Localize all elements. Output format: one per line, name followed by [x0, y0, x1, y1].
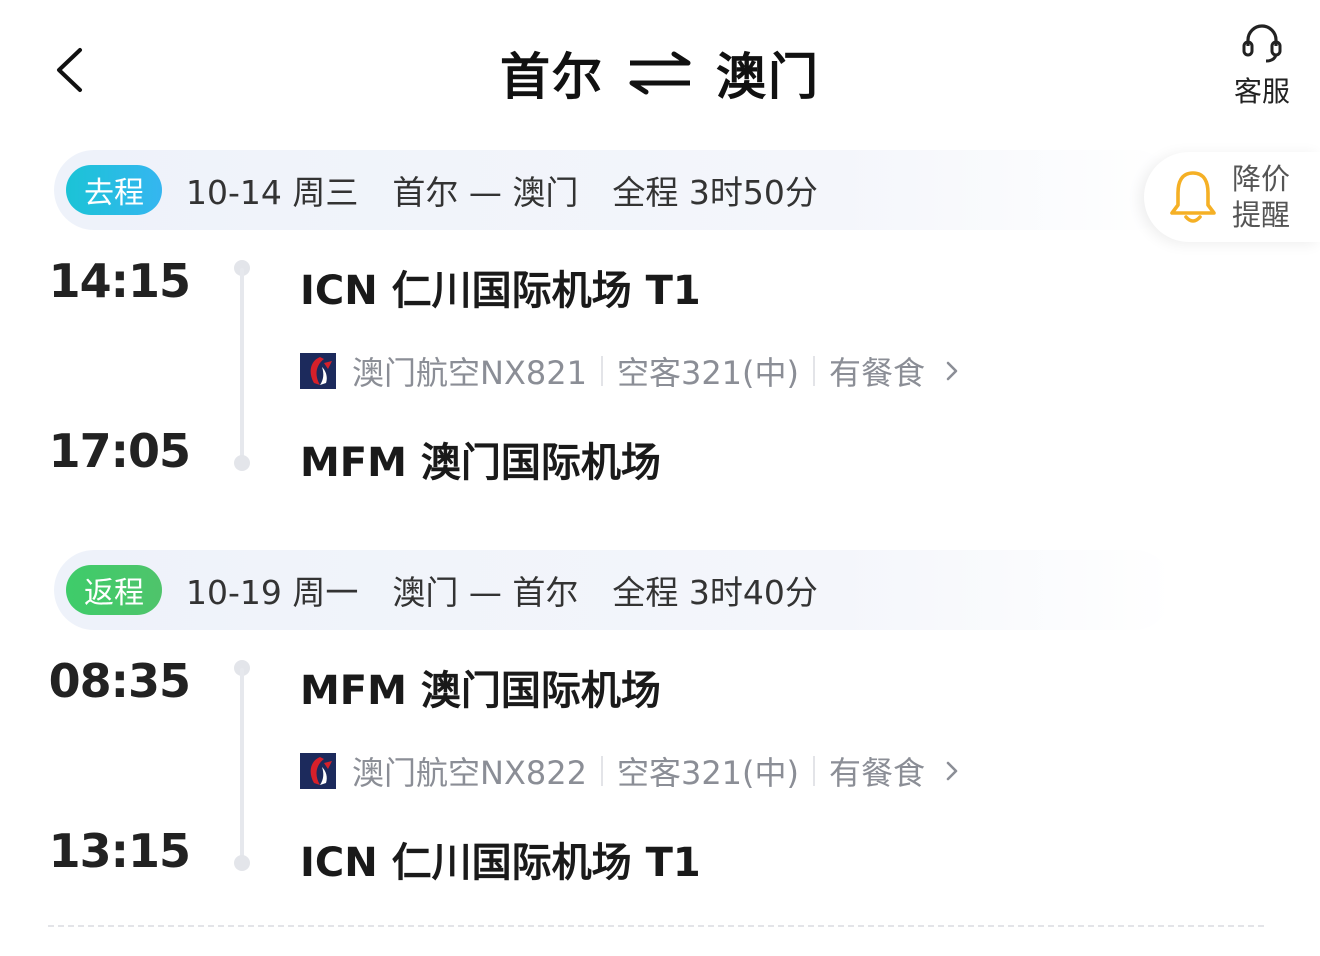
return-flight-number: 澳门航空NX822 [352, 754, 587, 792]
timeline-dot [234, 855, 250, 871]
outbound-flight-info[interactable]: 澳门航空NX821 空客321(中) 有餐食 [300, 348, 959, 394]
outbound-arrive-airport: MFM 澳门国际机场 [300, 440, 661, 486]
return-arrive-airport: ICN 仁川国际机场 T1 [300, 840, 701, 886]
outbound-aircraft: 空客321(中) [616, 354, 800, 392]
outbound-duration: 全程 3时50分 [612, 173, 818, 212]
divider [600, 756, 603, 786]
origin-city: 首尔 [500, 48, 604, 106]
return-banner: 返程 10-19 周一 澳门 — 首尔 全程 3时40分 [54, 550, 1174, 630]
outbound-date: 10-14 周三 [186, 173, 359, 212]
chevron-right-icon [945, 360, 959, 382]
divider [813, 356, 816, 386]
price-alert-label: 降价 提醒 [1232, 161, 1292, 233]
outbound-meal: 有餐食 [829, 354, 926, 392]
return-tag: 返程 [66, 565, 162, 615]
price-alert-line2: 提醒 [1232, 198, 1291, 232]
return-route: 澳门 — 首尔 [392, 573, 579, 612]
customer-service-label: 客服 [1233, 75, 1290, 108]
return-flight-info[interactable]: 澳门航空NX822 空客321(中) 有餐食 [300, 748, 959, 794]
return-arrive-time: 13:15 [48, 824, 191, 878]
timeline-line [240, 268, 244, 464]
airline-logo-icon [300, 353, 336, 389]
return-duration: 全程 3时40分 [612, 573, 818, 612]
outbound-flight-number: 澳门航空NX821 [352, 354, 587, 392]
airline-logo-icon [300, 753, 336, 789]
outbound-banner: 去程 10-14 周三 首尔 — 澳门 全程 3时50分 [54, 150, 1174, 230]
timeline-dot [234, 455, 250, 471]
flight-detail-page: 首尔 澳门 客服 去程 10-14 周三 首尔 — 澳门 全程 3时50分 降价… [0, 0, 1320, 956]
route-title: 首尔 澳门 [0, 38, 1320, 108]
return-depart-airport: MFM 澳门国际机场 [300, 668, 661, 714]
divider [600, 356, 603, 386]
headset-icon [1242, 24, 1282, 63]
outbound-route: 首尔 — 澳门 [392, 173, 579, 212]
chevron-right-icon [945, 760, 959, 782]
outbound-tag: 去程 [66, 165, 162, 215]
return-meal: 有餐食 [829, 754, 926, 792]
return-depart-time: 08:35 [48, 654, 191, 708]
bell-icon [1170, 171, 1216, 223]
divider [813, 756, 816, 786]
return-aircraft: 空客321(中) [616, 754, 800, 792]
outbound-arrive-time: 17:05 [48, 424, 191, 478]
price-alert-button[interactable]: 降价 提醒 [1144, 152, 1320, 242]
price-alert-line1: 降价 [1232, 162, 1291, 196]
return-date: 10-19 周一 [186, 573, 359, 612]
timeline-line [240, 668, 244, 864]
section-divider [48, 925, 1264, 927]
customer-service-button[interactable]: 客服 [1222, 20, 1302, 110]
outbound-depart-airport: ICN 仁川国际机场 T1 [300, 268, 701, 314]
swap-arrows-icon[interactable] [626, 51, 694, 95]
outbound-depart-time: 14:15 [48, 254, 191, 308]
destination-city: 澳门 [716, 48, 820, 106]
